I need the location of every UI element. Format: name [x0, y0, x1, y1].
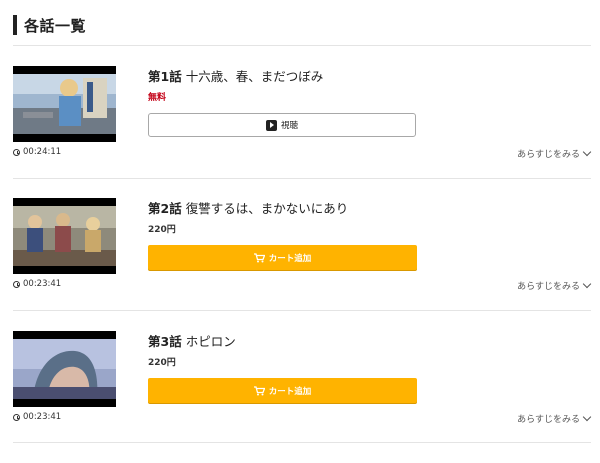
episode-price: 220円	[148, 225, 176, 235]
add-to-cart-button[interactable]: カート追加	[148, 378, 417, 403]
watch-button[interactable]: 視聴	[148, 113, 416, 137]
synopsis-toggle[interactable]: あらすじをみる	[517, 279, 592, 292]
episode-title-text: 十六歳、春、まだつぼみ	[185, 69, 324, 84]
section-title: 各話一覧	[24, 16, 87, 35]
episode-thumbnail[interactable]	[13, 331, 116, 407]
episode-title[interactable]: 第3話 ホピロン	[148, 331, 236, 350]
duration-text: 00:23:41	[23, 279, 62, 289]
episode-number: 第2話	[148, 201, 182, 216]
duration-text: 00:23:41	[23, 412, 62, 422]
divider	[13, 310, 591, 311]
synopsis-label: あらすじをみる	[517, 415, 580, 425]
clock-icon	[13, 148, 20, 156]
episode-item-3: 00:23:41 第3話 ホピロン 220円 カート追加 あらすじをみる	[0, 331, 600, 463]
divider	[13, 45, 591, 46]
divider	[13, 442, 591, 443]
watch-button-label: 視聴	[280, 121, 298, 131]
header-accent-bar	[13, 15, 17, 35]
episode-title[interactable]: 第1話 十六歳、春、まだつぼみ	[148, 66, 323, 85]
synopsis-toggle[interactable]: あらすじをみる	[517, 412, 592, 425]
episode-title-text: ホピロン	[185, 334, 236, 349]
divider	[13, 178, 591, 179]
clock-icon	[13, 280, 20, 288]
episode-price: 220円	[148, 358, 176, 368]
episode-price: 無料	[148, 93, 167, 103]
episode-duration: 00:23:41	[13, 412, 61, 422]
synopsis-toggle[interactable]: あらすじをみる	[517, 147, 592, 160]
chevron-down-icon	[582, 412, 592, 422]
episode-number: 第1話	[148, 69, 182, 84]
episode-thumbnail[interactable]	[13, 198, 116, 274]
clock-icon	[13, 413, 20, 421]
cart-icon	[253, 252, 265, 262]
synopsis-label: あらすじをみる	[517, 282, 580, 292]
cart-button-label: カート追加	[268, 253, 312, 264]
episode-title[interactable]: 第2話 復讐するは、まかないにあり	[148, 198, 348, 217]
episode-duration: 00:24:11	[13, 147, 61, 157]
episode-duration: 00:23:41	[13, 279, 61, 289]
section-header: 各話一覧	[13, 14, 86, 36]
duration-text: 00:24:11	[23, 147, 62, 157]
add-to-cart-button[interactable]: カート追加	[148, 245, 417, 270]
cart-button-label: カート追加	[268, 386, 312, 397]
synopsis-label: あらすじをみる	[517, 150, 580, 160]
chevron-down-icon	[582, 147, 592, 157]
chevron-down-icon	[582, 279, 592, 289]
cart-icon	[253, 385, 265, 395]
episode-number: 第3話	[148, 334, 182, 349]
episode-thumbnail[interactable]	[13, 66, 116, 142]
play-icon	[265, 119, 277, 131]
episode-title-text: 復讐するは、まかないにあり	[185, 201, 349, 216]
